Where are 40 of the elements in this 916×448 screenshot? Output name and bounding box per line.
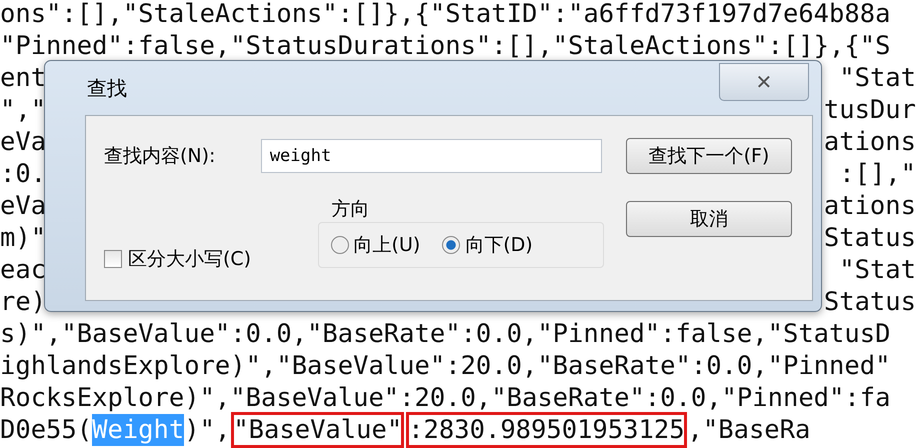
code-text: :0. (0, 158, 46, 190)
code-text: Status (824, 286, 916, 318)
code-text: ations (824, 190, 916, 222)
code-text: D0e55( (0, 414, 92, 446)
code-text: re) (0, 286, 46, 318)
search-match: Weight (92, 414, 184, 446)
window-title: 查找 (87, 74, 127, 102)
code-text: eac (0, 254, 46, 286)
code-text: "Pinned":false,"StatusDurations":[],"StaleActions":[]},{"S (0, 30, 890, 62)
radio-label: 向下(D) (465, 233, 533, 258)
code-text: ations (824, 126, 916, 158)
code-text: ons":[],"StaleActions":[]},{"StatID":"a6ffd73f197d7e64b88a (0, 0, 890, 30)
code-text: )", (184, 414, 230, 446)
code-text: :[]," (839, 158, 916, 190)
find-label: 查找内容(N): (104, 144, 216, 169)
close-button[interactable]: ✕ (719, 63, 809, 101)
cancel-button[interactable]: 取消 (626, 201, 792, 237)
radio-option[interactable]: 向上(U) (330, 232, 420, 258)
highlighted-text: "BaseValue" (233, 414, 402, 446)
group-title: 方向 (332, 197, 371, 222)
input-field[interactable]: weight (260, 139, 602, 173)
code-text: Status (824, 222, 916, 254)
checkbox-label: 区分大小写(C) (128, 247, 252, 272)
match-case-checkbox[interactable]: 区分大小写(C) (104, 246, 318, 272)
code-text: tusDur (824, 94, 916, 126)
code-text: m)" (0, 222, 46, 254)
radio-option[interactable]: 向下(D) (442, 232, 533, 258)
code-text: ent (0, 62, 46, 94)
code-text: ighlandsExplore)","BaseValue":20.0,"BaseRate":0.0,"Pinned" (0, 350, 890, 382)
code-text: eVa (0, 190, 46, 222)
code-text: "," (0, 94, 46, 126)
code-text: ,"BaseRa (688, 414, 810, 446)
find-next-button[interactable]: 查找下一个(F) (626, 138, 792, 174)
code-text: RocksExplore)","BaseValue":20.0,"BaseRate":0.0,"Pinned":fa (0, 382, 890, 414)
code-text: "Stat (839, 254, 916, 286)
code-text: eVa (0, 126, 46, 158)
code-text: s)","BaseValue":0.0,"BaseRate":0.0,"Pinned":false,"StatusD (0, 318, 890, 350)
radio-label: 向上(U) (354, 233, 420, 258)
highlighted-text: :2830.989501953125 (408, 414, 685, 446)
code-text: "Stat (839, 62, 916, 94)
